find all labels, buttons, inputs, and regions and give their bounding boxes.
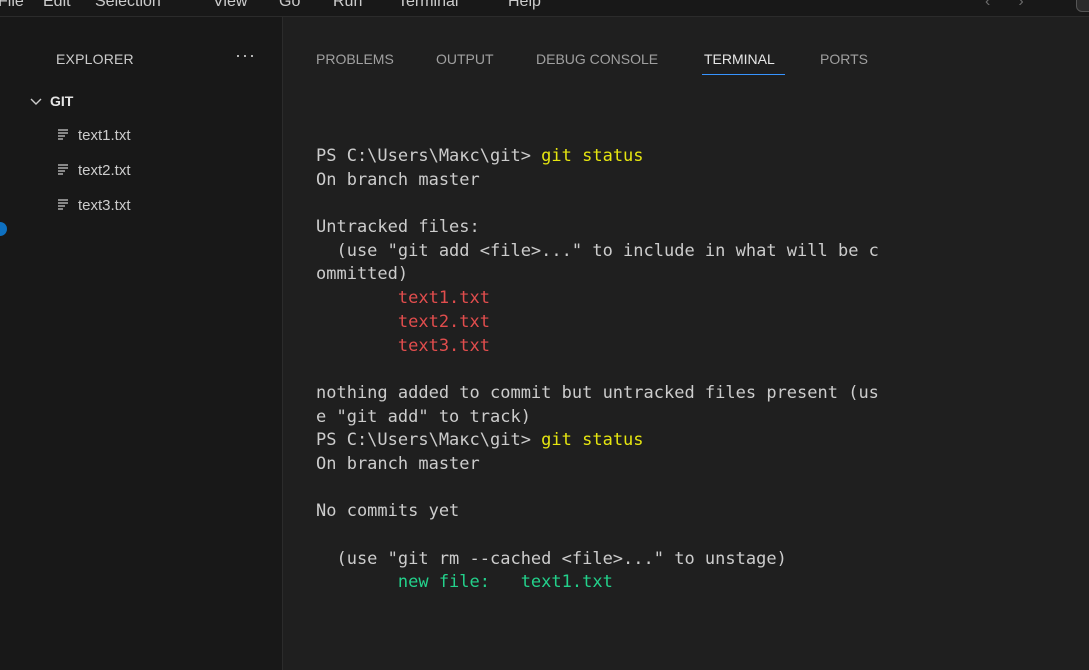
output-text: ommitted): [316, 264, 409, 285]
folder-git[interactable]: GIT: [30, 93, 73, 109]
more-actions-icon[interactable]: ···: [235, 45, 256, 66]
output-text: new file: text1.txt: [316, 572, 613, 593]
activity-indicator: [0, 222, 7, 236]
terminal-line: text2.txt: [316, 311, 879, 335]
terminal-line: text1.txt: [316, 287, 879, 311]
output-text: text2.txt: [316, 311, 490, 332]
menu-help[interactable]: Help: [508, 0, 541, 12]
tab-ports[interactable]: PORTS: [820, 51, 868, 67]
terminal-line: ommitted): [316, 263, 879, 287]
command-text: git status: [541, 430, 644, 451]
terminal-line: Untracked files:: [316, 216, 879, 240]
tab-problems[interactable]: PROBLEMS: [316, 51, 394, 67]
output-text: Untracked files:: [316, 217, 480, 238]
explorer-sidebar: EXPLORER ··· GIT text1.txt text2.txt tex…: [0, 17, 283, 670]
menu-selection[interactable]: Selection: [95, 0, 161, 12]
terminal-line: PS C:\Users\Макс\git> git status: [316, 429, 879, 453]
tab-output[interactable]: OUTPUT: [436, 51, 494, 67]
output-text: text3.txt: [316, 335, 490, 356]
file-item-text1[interactable]: text1.txt: [57, 127, 131, 144]
command-text: git status: [541, 146, 644, 166]
output-text: nothing added to commit but untracked fi…: [316, 382, 879, 403]
tab-terminal[interactable]: TERMINAL: [704, 51, 775, 67]
terminal-line: new file: text1.txt: [316, 571, 879, 595]
file-label: text1.txt: [78, 127, 131, 144]
terminal-line: (use "git add <file>..." to include in w…: [316, 240, 879, 264]
menu-edit[interactable]: Edit: [43, 0, 71, 12]
terminal-line: No commits yet: [316, 500, 879, 524]
nav-arrows[interactable]: ‹›: [985, 0, 1052, 12]
text-file-icon: [57, 197, 71, 214]
terminal-line: e "git add" to track): [316, 406, 879, 430]
prompt-text: PS C:\Users\Макс\git>: [316, 430, 542, 451]
output-text: text1.txt: [316, 288, 490, 309]
vscode-window: File Edit Selection View Go Run Terminal…: [0, 0, 1089, 670]
terminal-line: On branch master: [316, 453, 879, 477]
output-text: (use "git rm --cached <file>..." to unst…: [316, 548, 787, 569]
file-item-text3[interactable]: text3.txt: [57, 197, 131, 214]
output-text: On branch master: [316, 453, 480, 474]
command-center-search[interactable]: [1076, 0, 1089, 12]
file-item-text2[interactable]: text2.txt: [57, 162, 131, 179]
back-arrow-icon[interactable]: ‹: [985, 0, 1018, 10]
menu-terminal[interactable]: Terminal: [398, 0, 458, 12]
chevron-down-icon: [30, 94, 46, 109]
output-text: e "git add" to track): [316, 406, 531, 427]
terminal-output[interactable]: PS C:\Users\Макс\git> git status On branc…: [316, 145, 879, 595]
terminal-line: (use "git rm --cached <file>..." to unst…: [316, 548, 879, 572]
menubar: File Edit Selection View Go Run Terminal…: [0, 0, 1089, 16]
output-text: (use "git add <file>..." to include in w…: [316, 240, 879, 261]
explorer-title: EXPLORER: [56, 51, 134, 67]
terminal-line: text3.txt: [316, 335, 879, 359]
terminal-line: PS C:\Users\Макс\git> git status: [316, 145, 879, 169]
menu-run[interactable]: Run: [333, 0, 362, 12]
menu-go[interactable]: Go: [279, 0, 300, 12]
menu-view[interactable]: View: [213, 0, 247, 12]
terminal-panel: PROBLEMS OUTPUT DEBUG CONSOLE TERMINAL P…: [284, 17, 1089, 670]
output-text: On branch master: [316, 169, 480, 190]
tab-debug-console[interactable]: DEBUG CONSOLE: [536, 51, 658, 67]
menu-file[interactable]: File: [0, 0, 24, 12]
terminal-line: On branch master: [316, 169, 879, 193]
forward-arrow-icon[interactable]: ›: [1018, 0, 1051, 10]
terminal-line: nothing added to commit but untracked fi…: [316, 382, 879, 406]
active-tab-indicator: [702, 74, 785, 75]
file-label: text3.txt: [78, 197, 131, 214]
folder-label: GIT: [50, 93, 74, 109]
prompt-text: PS C:\Users\Макс\git>: [316, 146, 542, 166]
text-file-icon: [57, 127, 71, 144]
output-text: No commits yet: [316, 501, 460, 522]
file-label: text2.txt: [78, 162, 131, 179]
text-file-icon: [57, 162, 71, 179]
